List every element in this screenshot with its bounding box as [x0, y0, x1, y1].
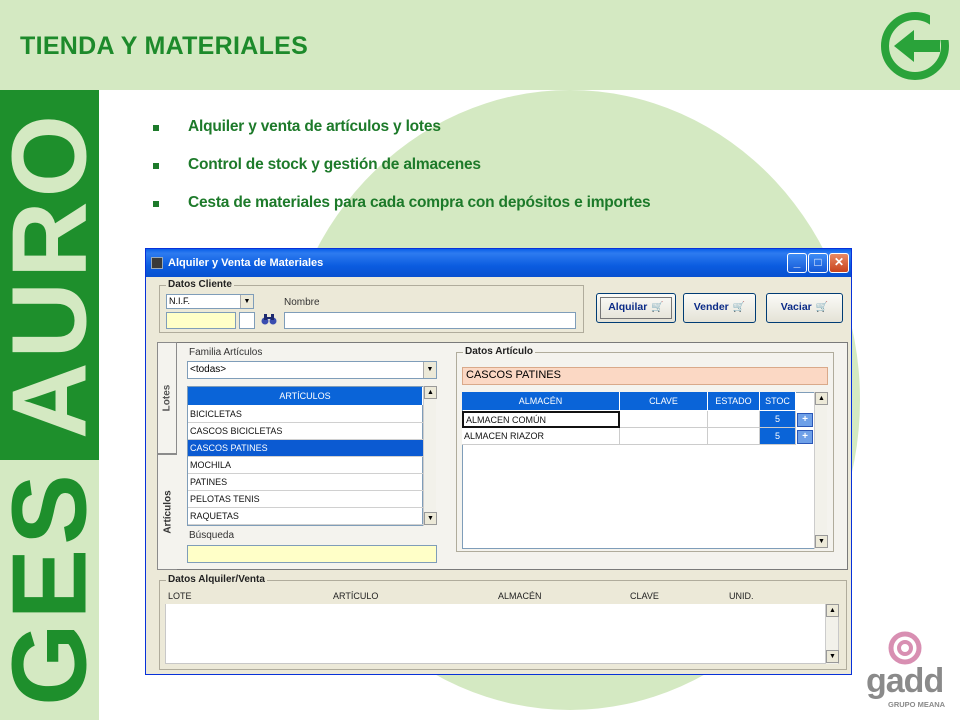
- list-item[interactable]: RAQUETAS: [188, 508, 423, 525]
- familia-label: Familia Artículos: [189, 347, 263, 358]
- vender-label: Vender: [693, 301, 729, 313]
- g-arrow-icon: [881, 12, 950, 80]
- col-articulo: ARTÍCULO: [333, 591, 379, 601]
- bullet-icon: [153, 201, 159, 207]
- list-item-selected[interactable]: CASCOS PATINES: [188, 440, 423, 457]
- articulo-name-field: CASCOS PATINES: [462, 367, 828, 385]
- feature-text: Cesta de materiales para cada compra con…: [188, 194, 651, 211]
- scroll-up-icon[interactable]: ▲: [815, 392, 828, 405]
- bullet-icon: [153, 163, 159, 169]
- table-cell-stock: 5: [760, 411, 796, 428]
- feature-text: Control de stock y gestión de almacenes: [188, 156, 481, 173]
- alquilar-button[interactable]: Alquilar 🛒: [596, 293, 676, 323]
- table-cell-almacen[interactable]: ALMACEN RIAZOR: [462, 428, 620, 445]
- chevron-down-icon[interactable]: ▼: [423, 362, 436, 378]
- table-cell-stock: 5: [760, 428, 796, 445]
- nombre-input[interactable]: [284, 312, 576, 329]
- feature-item: Control de stock y gestión de almacenes: [150, 156, 650, 194]
- tab-lotes-label: Lotes: [161, 384, 173, 412]
- list-item[interactable]: PELOTAS TENIS: [188, 491, 423, 508]
- col-lote: LOTE: [168, 591, 192, 601]
- scroll-up-icon[interactable]: ▲: [424, 386, 437, 399]
- gadd-logo-text: gadd: [866, 662, 944, 700]
- articulos-scrollbar[interactable]: ▲ ▼: [423, 386, 437, 526]
- binoculars-search-icon[interactable]: [260, 312, 278, 329]
- col-clave-alq: CLAVE: [630, 591, 659, 601]
- feature-list: Alquiler y venta de artículos y lotes Co…: [150, 118, 651, 232]
- datos-alquiler-legend: Datos Alquiler/Venta: [166, 574, 267, 585]
- col-almacen-alq: ALMACÉN: [498, 591, 542, 601]
- list-item[interactable]: PATINES: [188, 474, 423, 491]
- close-button[interactable]: ✕: [829, 253, 849, 273]
- maximize-button[interactable]: □: [808, 253, 828, 273]
- vaciar-button[interactable]: Vaciar 🛒: [766, 293, 843, 323]
- tab-articulos[interactable]: Artículos: [157, 454, 177, 570]
- list-item[interactable]: MOCHILA: [188, 457, 423, 474]
- col-almacen: ALMACÉN: [462, 392, 620, 410]
- chevron-down-icon[interactable]: ▼: [240, 295, 253, 308]
- vender-button[interactable]: Vender 🛒: [683, 293, 756, 323]
- app-icon: [151, 257, 163, 269]
- list-item[interactable]: CASCOS BICICLETAS: [188, 423, 423, 440]
- brand-text-auro: AURO: [0, 110, 109, 440]
- tab-articulos-label: Artículos: [162, 490, 173, 534]
- feature-item: Alquiler y venta de artículos y lotes: [150, 118, 650, 156]
- table-cell-clave[interactable]: [620, 428, 708, 445]
- table-cell-estado[interactable]: [708, 428, 760, 445]
- nif-letter-input[interactable]: [239, 312, 255, 329]
- tab-lotes[interactable]: Lotes: [157, 342, 177, 454]
- familia-select[interactable]: <todas> ▼: [187, 361, 437, 379]
- datos-articulo-legend: Datos Artículo: [463, 346, 535, 357]
- list-item[interactable]: BICICLETAS: [188, 406, 423, 423]
- col-unid: UNID.: [729, 591, 754, 601]
- articulos-list: ARTÍCULOS BICICLETAS CASCOS BICICLETAS C…: [187, 386, 423, 526]
- nombre-label: Nombre: [284, 297, 320, 308]
- col-stock: STOC: [760, 392, 796, 410]
- id-type-select[interactable]: N.I.F. ▼: [166, 294, 254, 309]
- table-cell-clave[interactable]: [620, 411, 708, 428]
- scroll-up-icon[interactable]: ▲: [826, 604, 839, 617]
- scroll-down-icon[interactable]: ▼: [826, 650, 839, 663]
- empty-cart-icon: 🛒: [815, 302, 829, 313]
- add-icon[interactable]: +: [797, 413, 813, 427]
- bullet-icon: [153, 125, 159, 131]
- minimize-button[interactable]: _: [787, 253, 807, 273]
- table-cell-estado[interactable]: [708, 411, 760, 428]
- datos-cliente-legend: Datos Cliente: [166, 279, 234, 290]
- id-type-value: N.I.F.: [169, 296, 191, 306]
- scroll-down-icon[interactable]: ▼: [424, 512, 437, 525]
- alquilar-button-focus: [600, 297, 672, 319]
- brand-text-ges: GES: [0, 470, 109, 706]
- busqueda-input[interactable]: [187, 545, 437, 563]
- table-cell-almacen[interactable]: ALMACEN COMÚN: [462, 411, 620, 428]
- add-icon[interactable]: +: [797, 430, 813, 444]
- gadd-logo-subtitle: GRUPO MEANA: [888, 700, 946, 709]
- scroll-down-icon[interactable]: ▼: [815, 535, 828, 548]
- app-window: Alquiler y Venta de Materiales _ □ ✕ Dat…: [145, 248, 852, 675]
- familia-value: <todas>: [190, 364, 227, 375]
- vaciar-label: Vaciar: [780, 301, 812, 313]
- window-title: Alquiler y Venta de Materiales: [168, 257, 324, 269]
- window-titlebar[interactable]: Alquiler y Venta de Materiales _ □ ✕: [146, 249, 851, 277]
- nif-input[interactable]: [166, 312, 236, 329]
- alquiler-scrollbar[interactable]: ▲ ▼: [825, 604, 839, 664]
- busqueda-label: Búsqueda: [189, 530, 235, 541]
- col-estado: ESTADO: [708, 392, 760, 410]
- articulos-header: ARTÍCULOS: [188, 387, 423, 405]
- feature-item: Cesta de materiales para cada compra con…: [150, 194, 651, 232]
- page-title: TIENDA Y MATERIALES: [20, 32, 309, 60]
- cart-icon: 🛒: [732, 302, 746, 313]
- slide: TIENDA Y MATERIALES AURO GES Alquiler y …: [0, 0, 960, 720]
- col-clave: CLAVE: [620, 392, 708, 410]
- feature-text: Alquiler y venta de artículos y lotes: [188, 118, 441, 135]
- almacen-scrollbar[interactable]: ▲ ▼: [814, 392, 828, 549]
